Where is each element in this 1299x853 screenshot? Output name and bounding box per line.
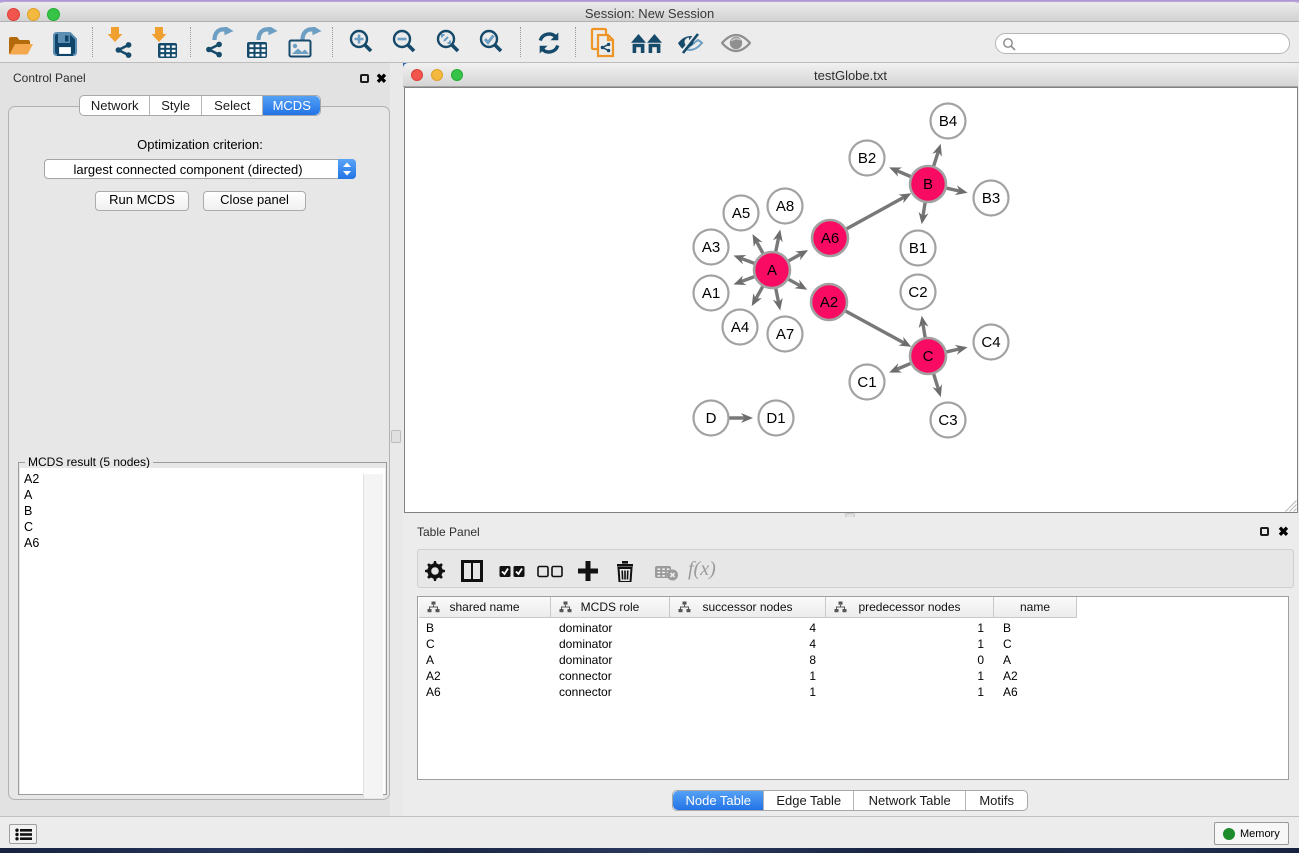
svg-text:B4: B4 — [939, 113, 957, 130]
svg-text:A6: A6 — [821, 230, 839, 247]
svg-text:C2: C2 — [908, 284, 927, 301]
svg-text:B1: B1 — [909, 240, 927, 257]
svg-text:A2: A2 — [820, 294, 838, 311]
svg-text:A5: A5 — [732, 205, 750, 222]
svg-text:B2: B2 — [858, 150, 876, 167]
svg-text:A1: A1 — [702, 285, 720, 302]
svg-text:C: C — [923, 348, 934, 365]
svg-text:A7: A7 — [776, 326, 794, 343]
svg-text:A3: A3 — [702, 239, 720, 256]
svg-text:C4: C4 — [981, 334, 1000, 351]
svg-text:D: D — [706, 410, 717, 427]
svg-text:D1: D1 — [766, 410, 785, 427]
svg-text:A: A — [767, 262, 777, 279]
svg-text:A4: A4 — [731, 319, 749, 336]
svg-text:C3: C3 — [938, 412, 957, 429]
svg-text:B3: B3 — [982, 190, 1000, 207]
svg-text:C1: C1 — [857, 374, 876, 391]
svg-text:B: B — [923, 176, 933, 193]
svg-text:A8: A8 — [776, 198, 794, 215]
